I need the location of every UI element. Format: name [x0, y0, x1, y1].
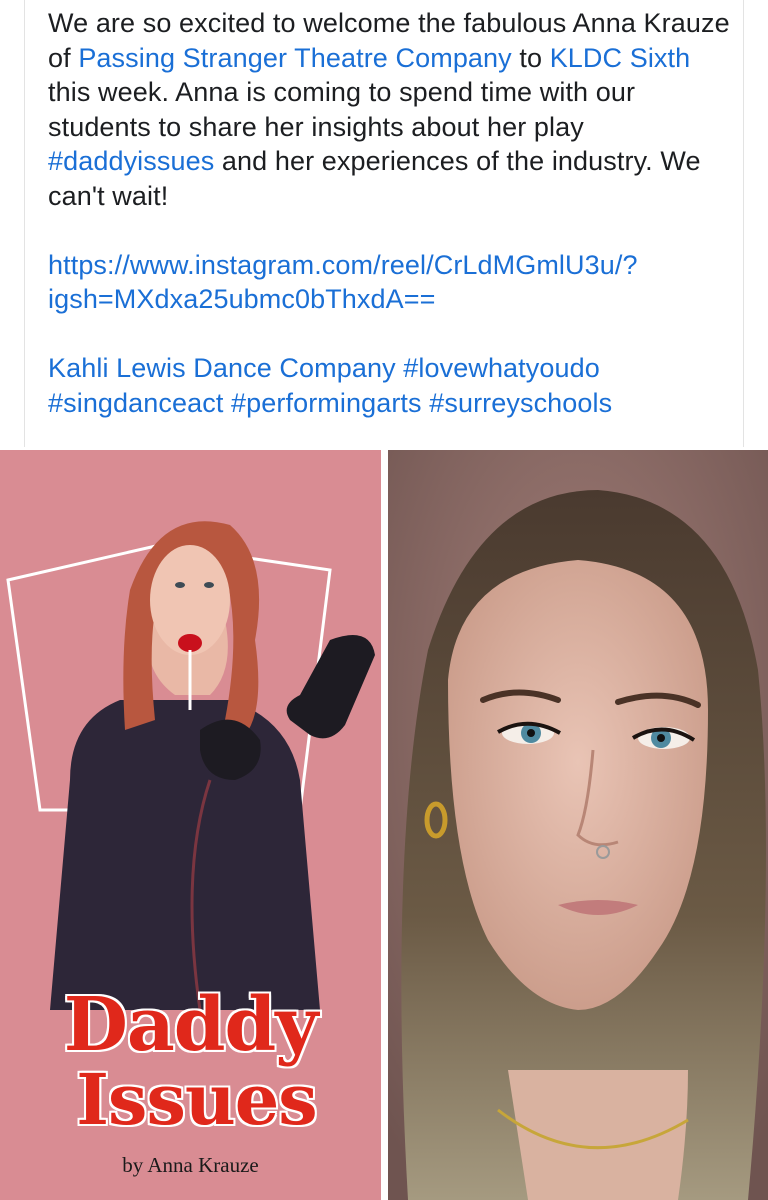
singdanceact-hashtag[interactable]: #singdanceact — [48, 388, 223, 418]
anna-krauze-portrait[interactable] — [388, 450, 768, 1200]
post-paragraph-intro: We are so excited to welcome the fabulou… — [48, 6, 738, 213]
passing-stranger-link[interactable]: Passing Stranger Theatre Company — [78, 43, 511, 73]
instagram-url[interactable]: https://www.instagram.com/reel/CrLdMGmlU… — [48, 248, 738, 317]
post-card: We are so excited to welcome the fabulou… — [24, 0, 744, 447]
daddy-issues-poster[interactable]: Daddy Issues by Anna Krauze — [0, 450, 381, 1200]
portrait-photo — [388, 450, 768, 1200]
tags-paragraph: Kahli Lewis Dance Company #lovewhatyoudo… — [48, 351, 738, 420]
kldc-sixth-link[interactable]: KLDC Sixth — [550, 43, 691, 73]
poster-title-line-1: Daddy — [63, 982, 319, 1068]
post-images: Daddy Issues by Anna Krauze — [0, 447, 768, 1200]
url-line-1[interactable]: https://www.instagram.com/reel/CrLdMGmlU… — [48, 250, 638, 280]
post-body: We are so excited to welcome the fabulou… — [48, 6, 738, 420]
poster-byline: by Anna Krauze — [122, 1153, 259, 1177]
poster-title-line-2: Issues — [76, 1058, 317, 1141]
kahli-lewis-mention[interactable]: Kahli Lewis Dance Company — [48, 353, 396, 383]
lovewhatyoudo-hashtag[interactable]: #lovewhatyoudo — [403, 353, 600, 383]
url-line-2[interactable]: igsh=MXdxa25ubmc0bThxdA== — [48, 284, 436, 314]
performingarts-hashtag[interactable]: #performingarts — [231, 388, 422, 418]
daddyissues-hashtag[interactable]: #daddyissues — [48, 146, 214, 176]
post-text-mid: this week. Anna is coming to spend time … — [48, 77, 636, 142]
surreyschools-hashtag[interactable]: #surreyschools — [429, 388, 612, 418]
post-text-to: to — [511, 42, 550, 73]
